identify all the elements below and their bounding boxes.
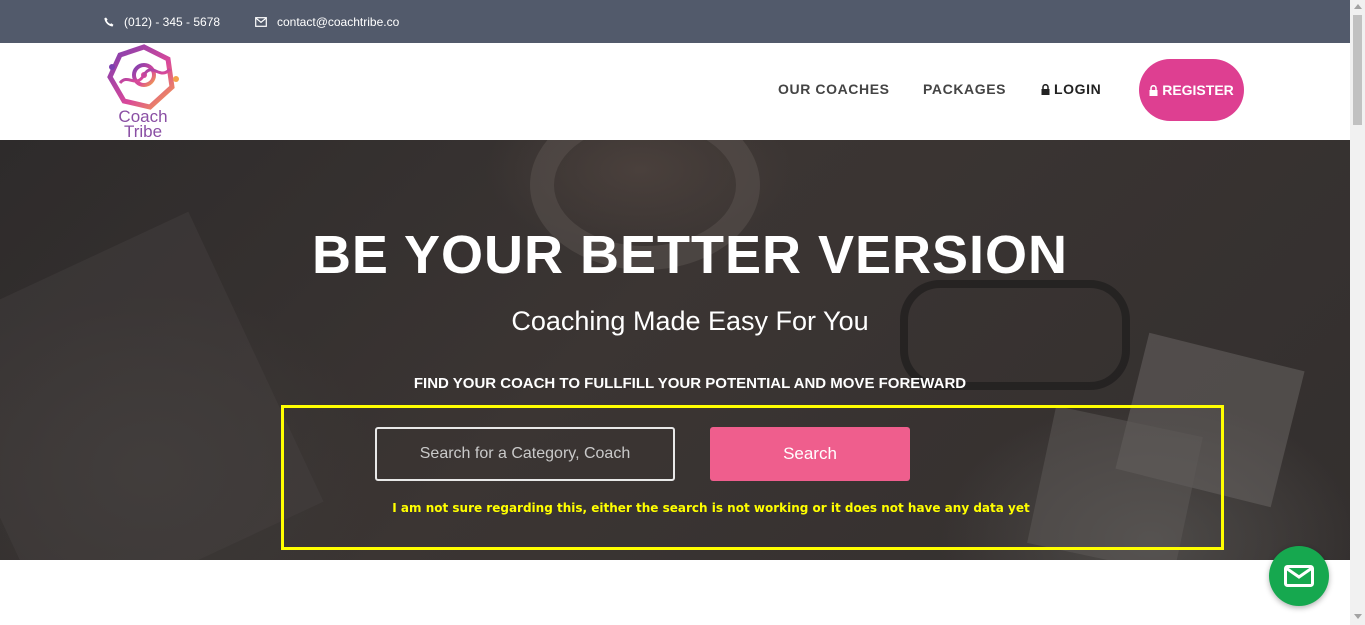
- page-scrollbar[interactable]: [1350, 0, 1365, 625]
- contact-phone: (012) - 345 - 5678: [104, 15, 220, 29]
- logo-text-line2: Tribe: [123, 122, 163, 140]
- register-button[interactable]: REGISTER: [1139, 59, 1244, 121]
- annotation-note: I am not sure regarding this, either the…: [392, 501, 1030, 515]
- hero-find-text: FIND YOUR COACH TO FULLFILL YOUR POTENTI…: [413, 375, 967, 392]
- hero-section: BE YOUR BETTER VERSION Coaching Made Eas…: [0, 140, 1350, 560]
- scrollbar-thumb[interactable]: [1353, 15, 1362, 125]
- mail-icon: [1284, 565, 1314, 587]
- contact-email[interactable]: contact@coachtribe.co: [255, 15, 399, 29]
- nav-login[interactable]: LOGIN: [1041, 81, 1101, 97]
- envelope-icon: [255, 17, 267, 27]
- scroll-down-arrow-icon[interactable]: [1354, 614, 1362, 619]
- lock-icon: [1149, 84, 1158, 96]
- register-label: REGISTER: [1162, 82, 1234, 98]
- nav-our-coaches[interactable]: OUR COACHES: [778, 81, 890, 97]
- lock-icon: [1041, 83, 1050, 95]
- email-address: contact@coachtribe.co: [277, 15, 400, 29]
- search-button[interactable]: Search: [710, 427, 910, 481]
- hero-subtitle: Coaching Made Easy For You: [511, 306, 869, 336]
- logo-text: Coach Tribe: [112, 108, 174, 140]
- floating-mail-button[interactable]: [1269, 546, 1329, 606]
- scroll-up-arrow-icon[interactable]: [1354, 4, 1362, 9]
- top-contact-bar: (012) - 345 - 5678 contact@coachtribe.co: [0, 0, 1350, 43]
- phone-number: (012) - 345 - 5678: [124, 15, 221, 29]
- search-input[interactable]: [375, 427, 675, 481]
- main-navbar: Coach Tribe OUR COACHES PACKAGES LOGIN R…: [0, 43, 1350, 140]
- nav-login-label: LOGIN: [1054, 81, 1102, 97]
- logo-mark-icon: [107, 44, 179, 110]
- nav-packages[interactable]: PACKAGES: [923, 81, 1006, 97]
- phone-icon: [104, 17, 114, 27]
- coach-tribe-logo[interactable]: Coach Tribe: [100, 43, 190, 140]
- hero-title: BE YOUR BETTER VERSION: [311, 225, 1069, 285]
